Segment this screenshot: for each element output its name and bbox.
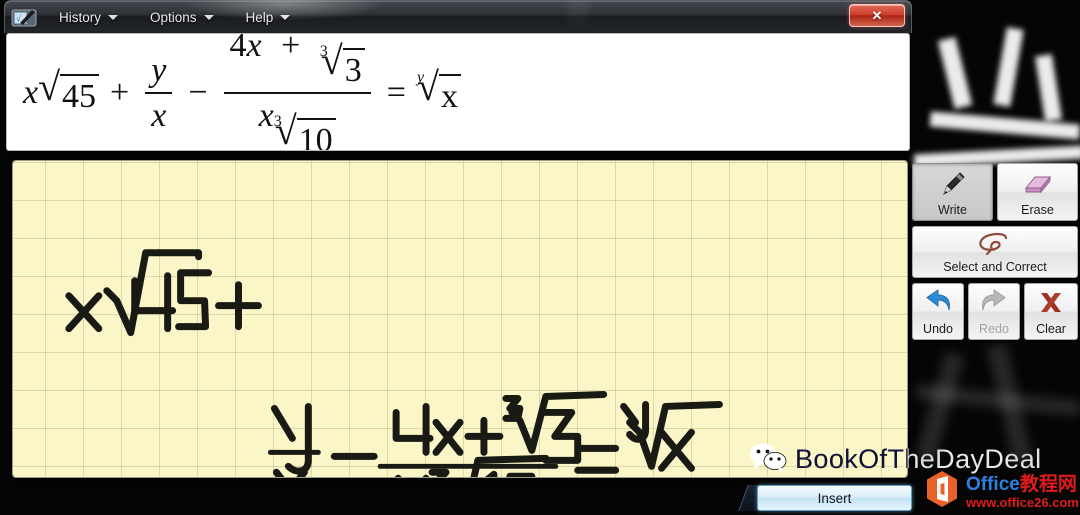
- numerator-variable: x: [246, 33, 262, 64]
- ink-canvas[interactable]: [12, 160, 908, 478]
- insert-label: Insert: [817, 490, 852, 506]
- formula-preview-bar: x √ 45 + y x − 4x + 3 √ 3 x 3 √ 10 = y √…: [6, 33, 910, 151]
- insert-button[interactable]: Insert: [757, 485, 912, 511]
- formula-minus: −: [188, 74, 208, 111]
- recognized-formula: x √ 45 + y x − 4x + 3 √ 3 x 3 √ 10 = y √…: [23, 33, 461, 150]
- formula-term-var: x: [23, 74, 39, 111]
- chevron-down-icon: [280, 14, 291, 20]
- erase-button[interactable]: Erase: [997, 163, 1078, 221]
- formula-plus: +: [110, 74, 130, 111]
- chevron-down-icon: [108, 14, 119, 20]
- menu-history-label: History: [59, 9, 102, 25]
- redo-label: Redo: [979, 321, 1009, 336]
- numerator-coefficient: 4: [229, 33, 247, 64]
- formula-radicand: 3: [342, 47, 365, 90]
- denominator-variable: x: [258, 96, 274, 134]
- close-icon: ✕: [871, 7, 883, 23]
- formula-sqrt-45: √ 45: [38, 63, 100, 116]
- handwritten-equation: [65, 249, 723, 477]
- root-index: 3: [319, 42, 328, 60]
- math-input-panel-window: √ History Options Help ✕ x √ 45 + y x − …: [4, 0, 912, 484]
- clear-x-icon: [1025, 284, 1077, 323]
- tool-row-draw: Write Erase: [912, 163, 1078, 221]
- tool-row-edit: Undo Redo Clear: [912, 283, 1078, 340]
- erase-label: Erase: [1021, 202, 1054, 217]
- menu-options-label: Options: [150, 9, 197, 25]
- undo-button[interactable]: Undo: [912, 283, 964, 340]
- fraction-numerator: 4x + 3 √ 3: [224, 33, 371, 92]
- write-label: Write: [938, 202, 967, 217]
- backdrop-shape: [937, 36, 973, 110]
- pen-icon: [913, 164, 992, 204]
- formula-cbrt-3: 3 √ 3: [319, 40, 365, 90]
- formula-cbrt-10: 3 √ 10: [273, 110, 336, 150]
- root-index: y: [416, 68, 425, 86]
- menu-history[interactable]: History: [50, 7, 127, 28]
- formula-radicand: 10: [296, 117, 336, 150]
- menu-help-label: Help: [245, 9, 274, 25]
- chevron-down-icon: [203, 14, 214, 20]
- menu-options[interactable]: Options: [141, 7, 223, 28]
- clear-label: Clear: [1036, 321, 1066, 336]
- eraser-icon: [998, 164, 1077, 204]
- formula-fraction-complex: 4x + 3 √ 3 x 3 √ 10: [223, 33, 371, 150]
- clear-button[interactable]: Clear: [1024, 283, 1078, 340]
- formula-radicand: 45: [60, 73, 100, 116]
- math-input-panel-icon: √: [11, 7, 38, 28]
- undo-arrow-icon: [913, 284, 963, 323]
- backdrop-shape: [993, 27, 1024, 107]
- title-bar: √ History Options Help ✕: [4, 0, 912, 33]
- select-and-correct-label: Select and Correct: [943, 259, 1047, 274]
- menu-help[interactable]: Help: [237, 7, 300, 28]
- fraction-denominator: x: [151, 96, 167, 134]
- numerator-plus: +: [281, 33, 301, 64]
- formula-equals: =: [386, 74, 406, 111]
- formula-radicand: x: [439, 73, 461, 116]
- fraction-numerator: y: [151, 51, 167, 89]
- tool-panel: Write Erase Select and Correct Undo Redo…: [912, 163, 1078, 353]
- undo-label: Undo: [923, 321, 953, 336]
- lasso-icon: [913, 227, 1077, 261]
- formula-yth-root-x: y √ x: [416, 66, 461, 116]
- redo-arrow-icon: [969, 284, 1019, 323]
- backdrop-shape: [1034, 54, 1063, 122]
- write-button[interactable]: Write: [912, 163, 993, 221]
- select-and-correct-button[interactable]: Select and Correct: [912, 226, 1078, 278]
- close-button[interactable]: ✕: [849, 4, 905, 27]
- backdrop-shape: [915, 351, 965, 463]
- redo-button[interactable]: Redo: [968, 283, 1020, 340]
- formula-fraction-y-over-x: y x: [145, 51, 173, 135]
- svg-text:√: √: [16, 13, 21, 23]
- radical-sign-icon: √: [38, 63, 61, 109]
- tool-row-select: Select and Correct: [912, 226, 1078, 278]
- root-index: 3: [273, 112, 282, 130]
- fraction-denominator: x 3 √ 10: [253, 94, 342, 150]
